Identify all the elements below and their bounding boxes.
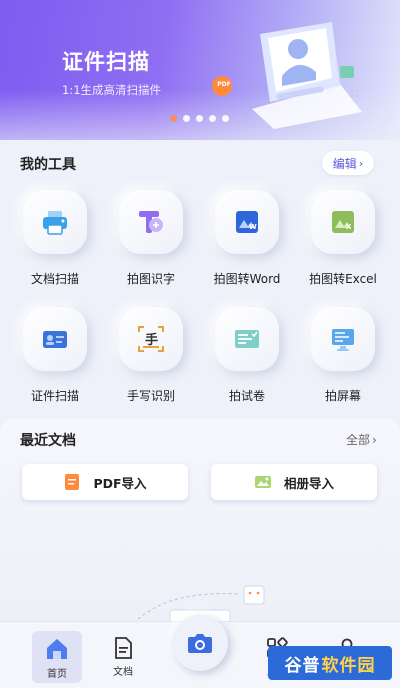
promo-banner[interactable]: 证件扫描 1:1生成高清扫描件 PDF (0, 0, 400, 140)
banner-title: 证件扫描 (62, 50, 150, 74)
tool-photo-to-excel[interactable]: X 拍图转Excel (298, 190, 388, 300)
id-scan-illustration (212, 22, 362, 129)
tool-id-scan[interactable]: 证件扫描 (10, 307, 100, 417)
edit-button[interactable]: 编辑 › (322, 151, 374, 175)
tool-label: 文档扫描 (30, 272, 79, 286)
tool-icon-wrap (119, 190, 183, 254)
svg-text:W: W (249, 223, 257, 231)
recent-section-title: 最近文档 (20, 433, 76, 449)
photo-album-icon (254, 476, 271, 488)
tool-photo-ocr[interactable]: 拍图识字 (106, 190, 196, 300)
view-all-link[interactable]: 全部 › (346, 431, 377, 448)
svg-text:手: 手 (145, 332, 158, 348)
watermark-part1: 谷普 (284, 655, 321, 676)
carousel-dot[interactable] (196, 115, 203, 122)
chevron-right-icon: › (372, 432, 377, 447)
tool-icon-wrap: X (311, 190, 375, 254)
tool-photo-to-word[interactable]: W 拍图转Word (202, 190, 292, 300)
tool-label: 拍屏幕 (324, 389, 361, 403)
chevron-right-icon: › (358, 156, 364, 170)
tool-handwriting[interactable]: 手 手写识别 (106, 307, 196, 417)
site-watermark: 谷普 软件园 (268, 646, 392, 680)
tool-icon-wrap: W (215, 190, 279, 254)
text-recognize-icon (139, 211, 163, 233)
printer-icon (43, 211, 67, 235)
carousel-dots[interactable] (170, 115, 229, 122)
pdf-import-button[interactable]: PDF导入 (22, 464, 188, 500)
exam-paper-icon (235, 330, 259, 348)
banner-subtitle: 1:1生成高清扫描件 (62, 83, 162, 97)
pdf-badge: PDF (217, 81, 231, 88)
tool-label: 证件扫描 (30, 389, 79, 403)
tool-label: 拍图转Word (213, 272, 281, 286)
tools-section-title: 我的工具 (20, 157, 76, 173)
tool-document-scan[interactable]: 文档扫描 (10, 190, 100, 300)
handwriting-icon: 手 (138, 326, 164, 352)
tool-label: 拍图转Excel (309, 272, 377, 286)
album-import-label: 相册导入 (283, 475, 334, 491)
carousel-dot[interactable] (222, 115, 229, 122)
nav-home-label: 首页 (47, 669, 67, 680)
carousel-dot[interactable] (183, 115, 190, 122)
tool-icon-wrap (311, 307, 375, 371)
tool-label: 拍图识字 (126, 272, 175, 286)
tool-icon-wrap (23, 307, 87, 371)
tool-icon-wrap: 手 (119, 307, 183, 371)
screen-icon (332, 329, 354, 351)
pdf-file-icon (65, 474, 80, 490)
word-icon: W (236, 211, 258, 233)
carousel-dot[interactable] (209, 115, 216, 122)
svg-text:X: X (346, 223, 352, 231)
camera-button[interactable] (172, 615, 228, 671)
tool-screen-capture[interactable]: 拍屏幕 (298, 307, 388, 417)
tool-exam-paper[interactable]: 拍试卷 (202, 307, 292, 417)
nav-home[interactable]: 首页 (32, 631, 82, 683)
tool-icon-wrap (215, 307, 279, 371)
tool-icon-wrap (23, 190, 87, 254)
id-card-icon (43, 331, 67, 348)
tool-label: 手写识别 (126, 389, 175, 403)
home-icon (47, 639, 67, 659)
camera-icon (188, 634, 212, 653)
excel-icon: X (332, 211, 354, 233)
nav-docs[interactable]: 文档 (98, 631, 148, 683)
edit-button-label: 编辑 (332, 156, 357, 171)
carousel-dot[interactable] (170, 115, 177, 122)
nav-docs-label: 文档 (113, 667, 133, 678)
album-import-button[interactable]: 相册导入 (211, 464, 377, 500)
view-all-label: 全部 (346, 433, 371, 447)
watermark-part2: 软件园 (321, 655, 376, 676)
tool-label: 拍试卷 (228, 389, 265, 403)
pdf-import-label: PDF导入 (93, 475, 147, 491)
document-icon (115, 637, 132, 659)
